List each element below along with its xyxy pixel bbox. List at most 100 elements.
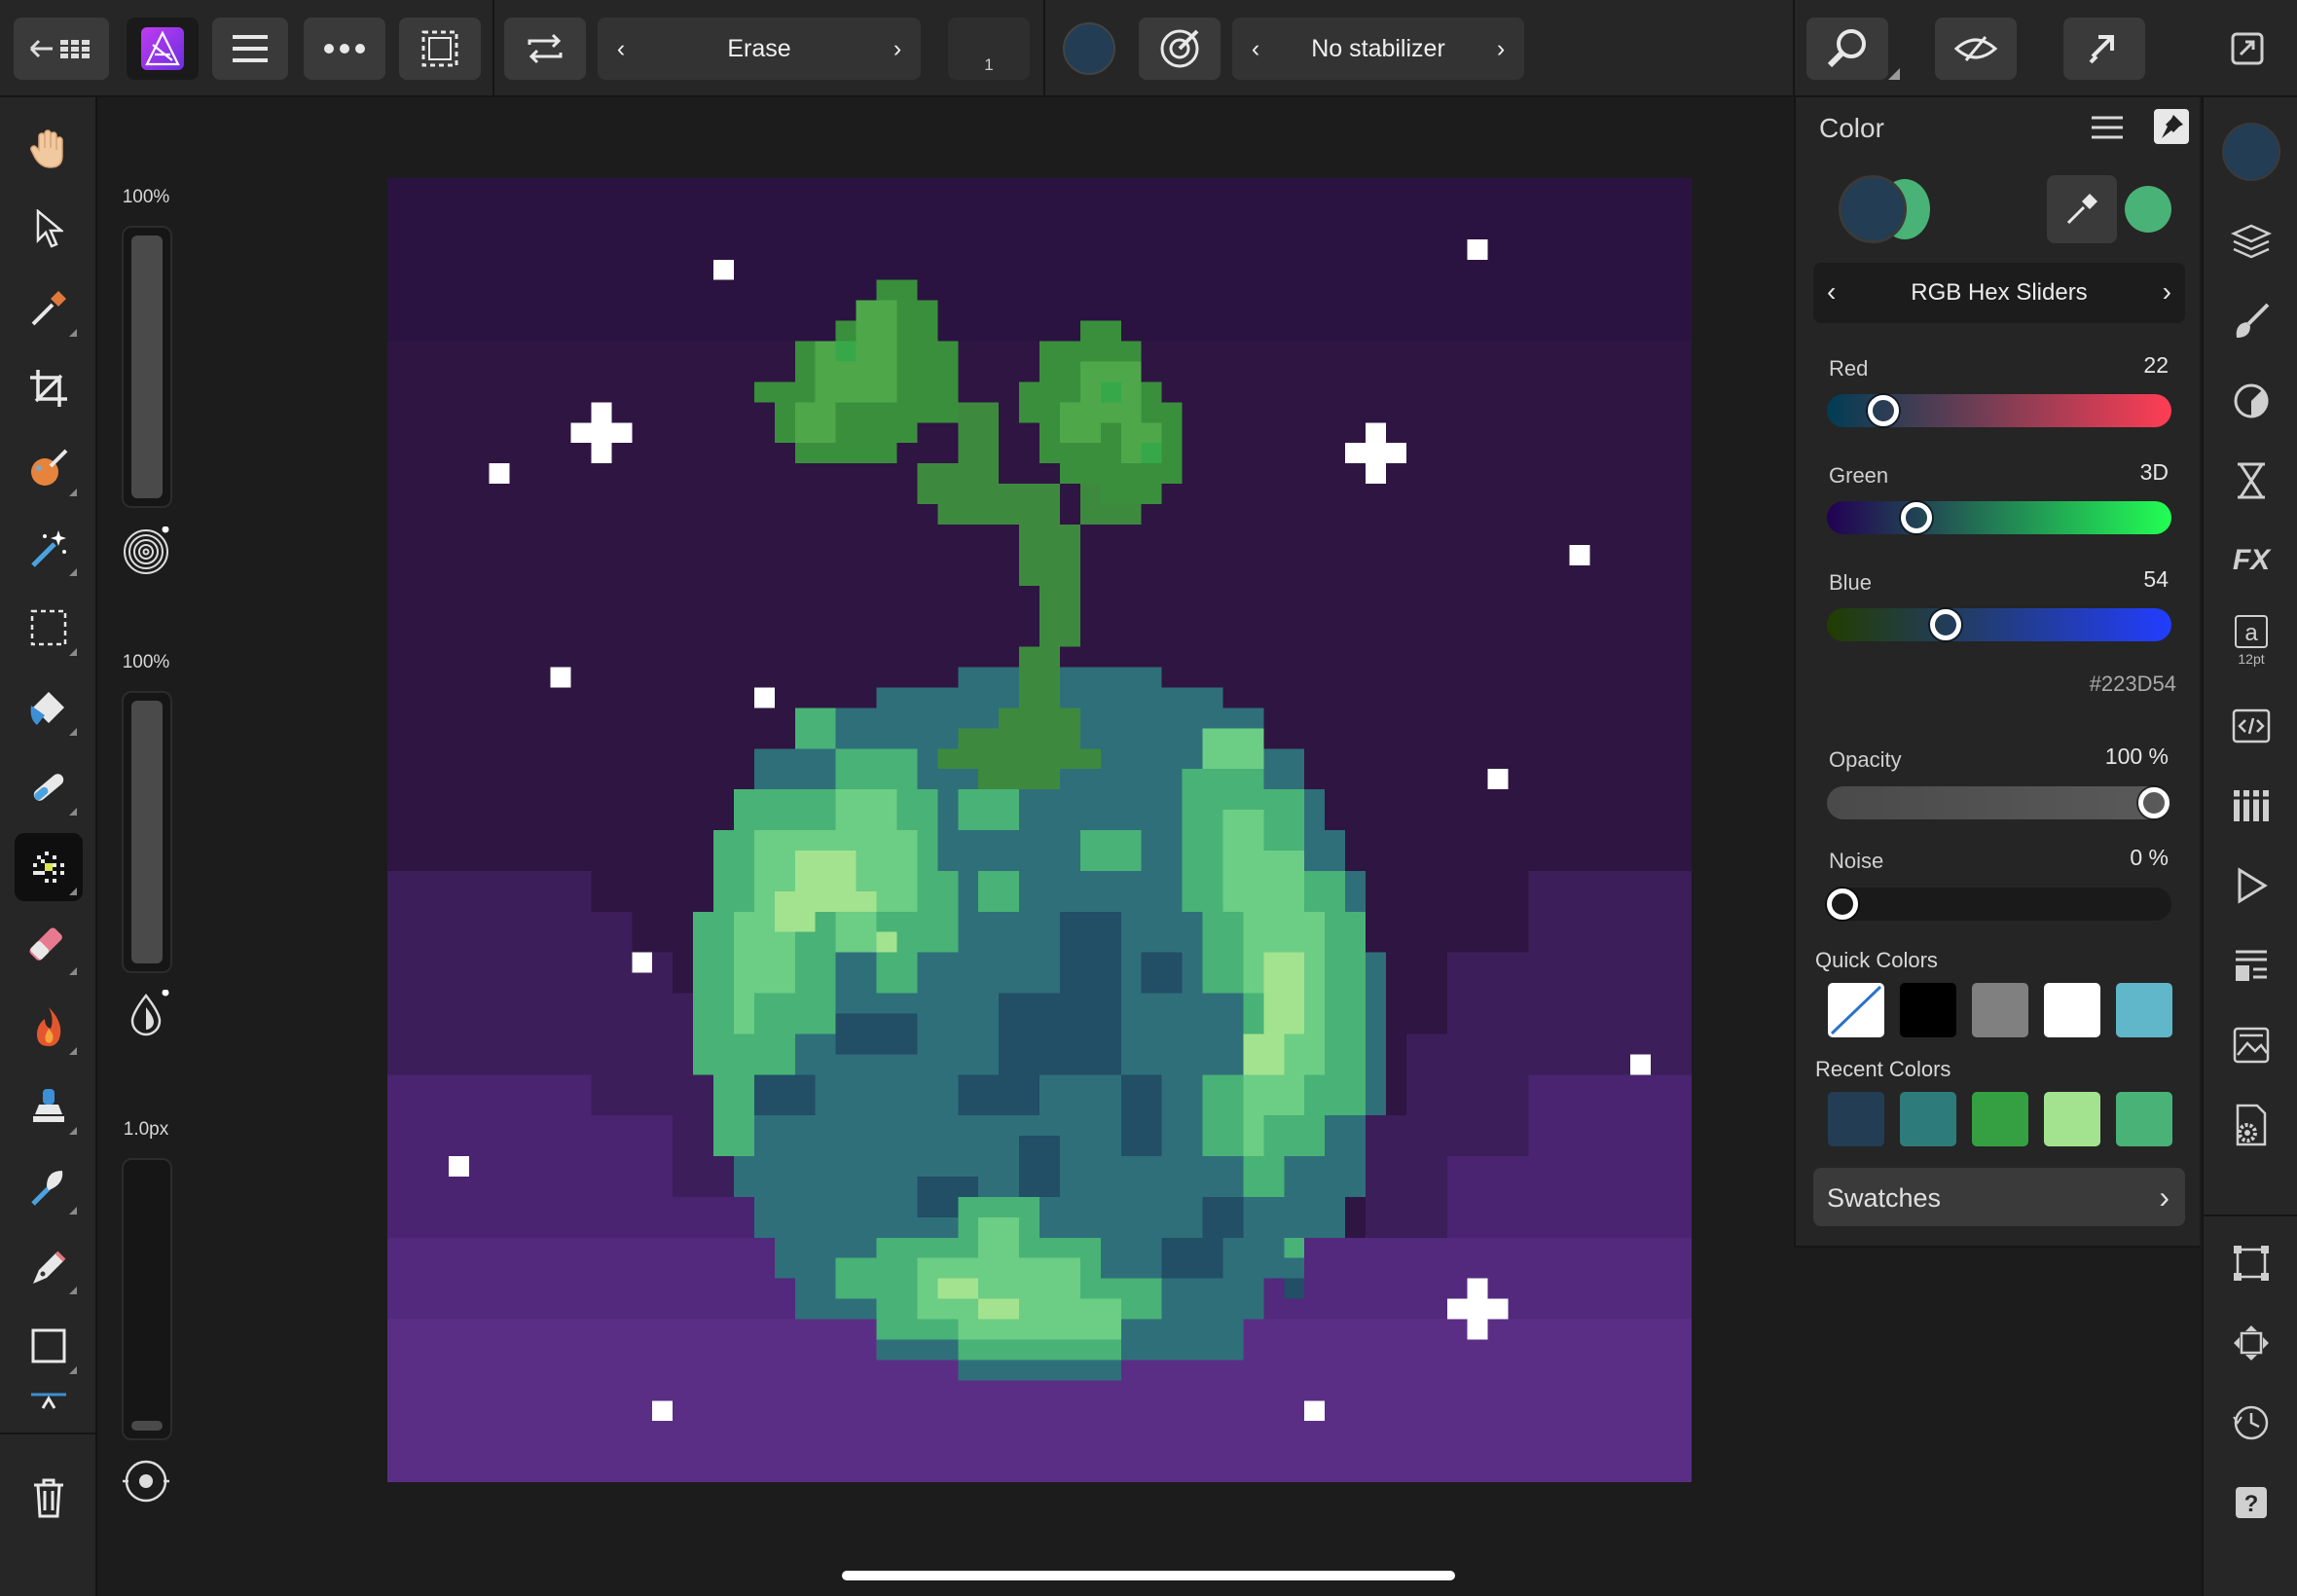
quick-color-teal[interactable] [2116,983,2172,1037]
opacity-slider-knob[interactable] [2138,787,2169,818]
panel-menu-button[interactable] [2090,113,2125,142]
chevron-right-icon[interactable]: › [874,18,921,80]
pen-tool[interactable] [15,1232,83,1300]
fullscreen-button[interactable] [2217,18,2278,80]
color-studio-button[interactable] [2220,121,2282,183]
corner-indicator-icon [69,489,77,496]
selection-options-button[interactable] [399,18,481,80]
current-color-button[interactable] [1059,18,1119,80]
size-slider-fill [131,1421,163,1431]
color-picker-tool[interactable] [15,274,83,343]
swap-button[interactable] [504,18,586,80]
move-tool[interactable] [15,195,83,263]
pixel-artwork [387,178,1692,1482]
burn-tool[interactable] [15,993,83,1061]
macro-studio-button[interactable] [2222,697,2280,755]
hand-tool[interactable] [15,115,83,183]
hex-value[interactable]: #223D54 [2090,671,2176,697]
brush-width-field[interactable]: 1 [948,18,1030,80]
noise-slider-knob[interactable] [1827,889,1858,920]
paint-mixer-tool[interactable] [15,434,83,502]
brush-preview-button[interactable] [121,1456,171,1506]
smudge-tool[interactable] [15,753,83,821]
menu-button[interactable] [212,18,288,80]
pin-panel-button[interactable] [2154,109,2189,144]
eraser-tool[interactable] [15,913,83,981]
quick-color-none[interactable] [1828,983,1884,1037]
more-tools-button[interactable] [15,1382,83,1417]
blue-value[interactable]: 54 [2143,566,2169,593]
width-slider-fill [131,236,163,498]
back-to-documents-button[interactable] [14,18,109,80]
brush-mode-selector[interactable]: ‹ Erase › [598,18,921,80]
document-settings-button[interactable] [2222,1096,2280,1154]
rectangle-tool[interactable] [15,1312,83,1380]
eyedropper-button[interactable] [2047,175,2117,243]
clone-tool[interactable] [15,1072,83,1141]
brush-hardness-button[interactable] [121,989,171,1040]
red-slider[interactable] [1827,394,2171,427]
layers-studio-button[interactable] [2222,212,2280,271]
color-mode-selector[interactable]: ‹ RGB Hex Sliders › [1813,263,2185,323]
more-options-button[interactable] [304,18,385,80]
move-studio-button[interactable] [2222,1314,2280,1372]
opacity-slider[interactable] [122,691,172,973]
chevron-right-icon[interactable]: › [2163,276,2171,308]
picked-color-well[interactable] [2125,186,2171,233]
crop-tool[interactable] [15,354,83,422]
blue-slider-knob[interactable] [1930,609,1961,640]
delete-button[interactable] [15,1464,83,1532]
dodge-tool[interactable] [15,1152,83,1220]
recent-color-swatch[interactable] [2044,1092,2100,1146]
document-canvas[interactable] [387,178,1692,1482]
noise-value[interactable]: 0 % [2130,845,2169,871]
opacity-value[interactable]: 100 % [2105,744,2169,770]
red-value[interactable]: 22 [2143,352,2169,379]
help-button[interactable]: ? [2222,1473,2280,1532]
history-list-studio-button[interactable] [2222,936,2280,995]
quick-color-white[interactable] [2044,983,2100,1037]
green-slider[interactable] [1827,501,2171,534]
recent-color-swatch[interactable] [2116,1092,2172,1146]
pressure-button[interactable] [1139,18,1221,80]
corner-indicator-icon [69,648,77,656]
recent-color-swatch[interactable] [1828,1092,1884,1146]
text-styles-studio-button[interactable]: a 12pt [2222,603,2280,677]
marquee-tool[interactable] [15,594,83,662]
pixel-brush-tool[interactable] [15,833,83,901]
quick-color-gray[interactable] [1972,983,2028,1037]
stock-studio-button[interactable] [2222,1016,2280,1074]
blue-slider[interactable] [1827,608,2171,641]
transform-studio-button[interactable] [2222,1234,2280,1292]
brushes-studio-button[interactable] [2222,292,2280,350]
history-studio-button[interactable] [2222,1394,2280,1452]
zoom-button[interactable] [1806,18,1900,80]
color-icon [2222,123,2280,181]
flood-fill-tool[interactable] [15,673,83,742]
swatches-button[interactable]: Swatches › [1813,1168,2185,1226]
recent-color-swatch[interactable] [1900,1092,1956,1146]
fx-studio-button[interactable]: FX [2222,531,2280,590]
green-value[interactable]: 3D [2140,459,2169,486]
adjustments-studio-button[interactable] [2222,372,2280,430]
selection-brush-tool[interactable] [15,514,83,582]
channels-studio-button[interactable] [2222,777,2280,835]
recent-color-swatch[interactable] [1972,1092,2028,1146]
chevron-right-icon[interactable]: › [1477,18,1524,80]
width-slider[interactable] [122,226,172,508]
home-indicator[interactable] [842,1571,1455,1580]
persona-button[interactable] [127,18,199,80]
size-slider[interactable] [122,1158,172,1440]
brush-flow-button[interactable] [121,526,171,577]
green-slider-knob[interactable] [1901,502,1932,533]
macros-play-button[interactable] [2222,856,2280,915]
opacity-slider[interactable] [1827,786,2171,819]
navigator-studio-button[interactable] [2222,452,2280,510]
stabilizer-selector[interactable]: ‹ No stabilizer › [1232,18,1524,80]
red-slider-knob[interactable] [1868,395,1899,426]
primary-color-well[interactable] [1839,175,1907,243]
view-mode-button[interactable] [1935,18,2017,80]
quick-color-black[interactable] [1900,983,1956,1037]
noise-slider[interactable] [1827,888,2171,921]
snapping-button[interactable] [2063,18,2145,80]
